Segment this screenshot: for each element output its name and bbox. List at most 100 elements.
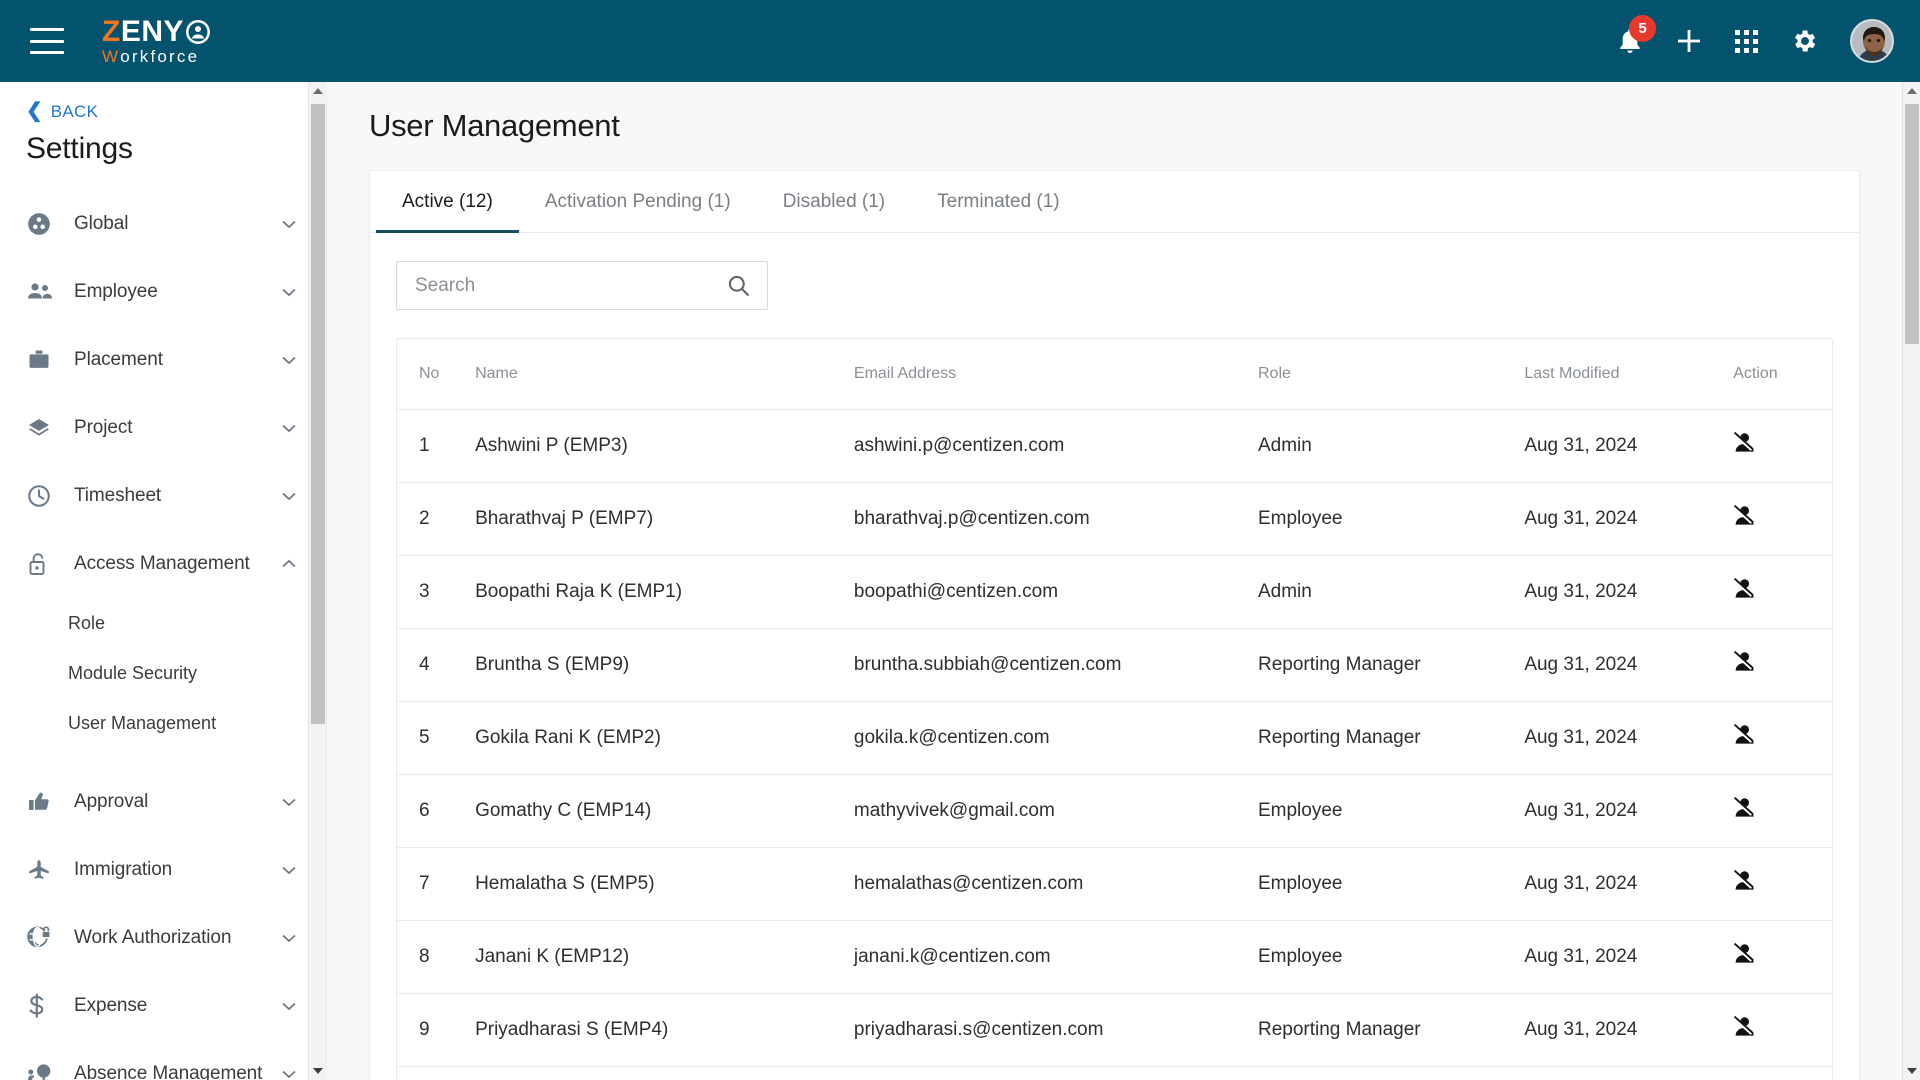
app-logo[interactable]: Z ENY W orkforce [102,17,211,65]
sidebar-item-label: Absence Management [74,1063,263,1080]
chevron-down-icon[interactable] [278,995,300,1017]
tab-active[interactable]: Active (12) [376,171,519,233]
cell-role: Employee [1257,774,1525,848]
sidebar-subitem-user-management[interactable]: User Management [0,698,326,748]
sidebar-subitem-label: Role [68,612,106,633]
chevron-down-icon[interactable] [278,417,300,439]
user-disable-icon[interactable] [1733,650,1759,674]
sidebar-item-work-authorization[interactable]: Work Authorization [0,904,326,972]
cell-role: Employee [1257,920,1525,994]
airplane-icon [26,858,58,882]
sidebar-item-label: Approval [74,791,149,812]
sidebar-item-placement[interactable]: Placement [0,326,326,394]
search-box[interactable] [396,261,768,310]
cell-name: Janani K (EMP12) [475,920,854,994]
user-disable-icon[interactable] [1733,504,1759,528]
user-management-card: Active (12) Activation Pending (1) Disab… [369,170,1860,1080]
cell-action [1733,1066,1832,1080]
chevron-down-icon[interactable] [278,485,300,507]
search-icon[interactable] [726,273,751,298]
sidebar-item-immigration[interactable]: Immigration [0,836,326,904]
sidebar-scrollbar[interactable] [308,82,327,1080]
sidebar-item-expense[interactable]: Expense [0,972,326,1040]
user-disable-icon[interactable] [1733,796,1759,820]
sidebar-item-label: Expense [74,995,148,1016]
cell-action [1733,993,1832,1067]
user-disable-icon[interactable] [1733,723,1759,747]
cell-action [1733,482,1832,556]
logo-z-letter: Z [102,15,121,48]
user-disable-icon[interactable] [1733,869,1759,893]
status-tabs: Active (12) Activation Pending (1) Disab… [370,171,1859,233]
cell-action [1733,920,1832,994]
table-row[interactable]: 6 Gomathy C (EMP14) mathyvivek@gmail.com… [397,774,1832,848]
chevron-down-icon[interactable] [278,281,300,303]
table-row[interactable]: 1 Ashwini P (EMP3) ashwini.p@centizen.co… [397,409,1832,483]
tab-disabled[interactable]: Disabled (1) [757,171,911,232]
table-row[interactable]: 4 Bruntha S (EMP9) bruntha.subbiah@centi… [397,628,1832,702]
sidebar-subitem-module-security[interactable]: Module Security [0,648,326,698]
lock-open-icon [26,551,58,577]
tab-label: Terminated (1) [937,190,1060,212]
sidebar-item-absence-management[interactable]: Absence Management [0,1040,326,1080]
main-scrollbar-thumb[interactable] [1905,104,1919,344]
chevron-up-icon[interactable] [278,553,300,575]
table-row[interactable]: 5 Gokila Rani K (EMP2) gokila.k@centizen… [397,701,1832,775]
cell-no: 9 [397,993,476,1067]
main-scrollbar[interactable] [1902,82,1920,1080]
table-row[interactable]: 8 Janani K (EMP12) janani.k@centizen.com… [397,920,1832,994]
user-disable-icon[interactable] [1733,1015,1759,1039]
column-header-no: No [397,339,476,410]
chevron-down-icon[interactable] [278,1063,300,1080]
chevron-down-icon[interactable] [278,791,300,813]
sidebar-scrollbar-thumb[interactable] [311,104,325,724]
sidebar-item-employee[interactable]: Employee [0,258,326,326]
sidebar-item-project[interactable]: Project [0,394,326,462]
sidebar-item-global[interactable]: Global [0,190,326,258]
people-icon [26,280,58,304]
cell-name: Ashwini P (EMP3) [475,409,854,483]
column-header-modified: Last Modified [1524,339,1734,410]
chevron-down-icon[interactable] [278,349,300,371]
chevron-down-icon[interactable] [278,927,300,949]
users-table-head: No Name Email Address Role Last Modified… [397,339,1832,410]
sidebar-subitem-role[interactable]: Role [0,598,326,648]
tab-activation-pending[interactable]: Activation Pending (1) [519,171,757,232]
cell-email: priyadharasi.s@centizen.com [853,993,1258,1067]
tab-terminated[interactable]: Terminated (1) [911,171,1086,232]
user-avatar[interactable] [1850,19,1894,63]
table-row[interactable]: 3 Boopathi Raja K (EMP1) boopathi@centiz… [397,555,1832,629]
user-disable-icon[interactable] [1733,577,1759,601]
chevron-down-icon[interactable] [278,213,300,235]
back-link[interactable]: ❮ BACK [0,82,326,122]
main-content: User Management Active (12) Activation P… [327,82,1920,1080]
cell-email: bruntha.subbiah@centizen.com [853,628,1258,702]
sidebar-item-timesheet[interactable]: Timesheet [0,462,326,530]
add-new-button[interactable] [1675,27,1703,55]
notifications-button[interactable]: 5 [1617,15,1656,55]
cell-no: 1 [397,409,476,483]
apps-grid-button[interactable] [1735,29,1758,53]
scroll-up-arrow-icon[interactable] [1903,82,1920,100]
chevron-down-icon[interactable] [278,859,300,881]
scroll-down-arrow-icon[interactable] [309,1062,327,1080]
cell-email: janani.k@centizen.com [853,920,1258,994]
sidebar-subitem-label: User Management [68,712,217,733]
hamburger-menu-icon[interactable] [30,28,64,54]
sidebar-item-access-management[interactable]: Access Management [0,530,326,598]
tab-label: Active (12) [402,190,493,212]
search-input[interactable] [415,274,726,297]
table-row[interactable]: 2 Bharathvaj P (EMP7) bharathvaj.p@centi… [397,482,1832,556]
user-disable-icon[interactable] [1733,942,1759,966]
scroll-up-arrow-icon[interactable] [309,82,327,100]
sidebar-item-approval[interactable]: Approval [0,768,326,836]
table-row[interactable]: 10 Priyadhashini G (EMP8) priyadharshini… [397,1066,1832,1080]
settings-gear-button[interactable] [1790,27,1818,55]
user-disable-icon[interactable] [1733,431,1759,455]
table-row[interactable]: 9 Priyadharasi S (EMP4) priyadharasi.s@c… [397,993,1832,1067]
cell-role: Employee [1257,847,1525,921]
scroll-down-arrow-icon[interactable] [1903,1062,1920,1080]
cell-modified: Aug 31, 2024 [1524,555,1734,629]
cell-name: Bruntha S (EMP9) [475,628,854,702]
table-row[interactable]: 7 Hemalatha S (EMP5) hemalathas@centizen… [397,847,1832,921]
